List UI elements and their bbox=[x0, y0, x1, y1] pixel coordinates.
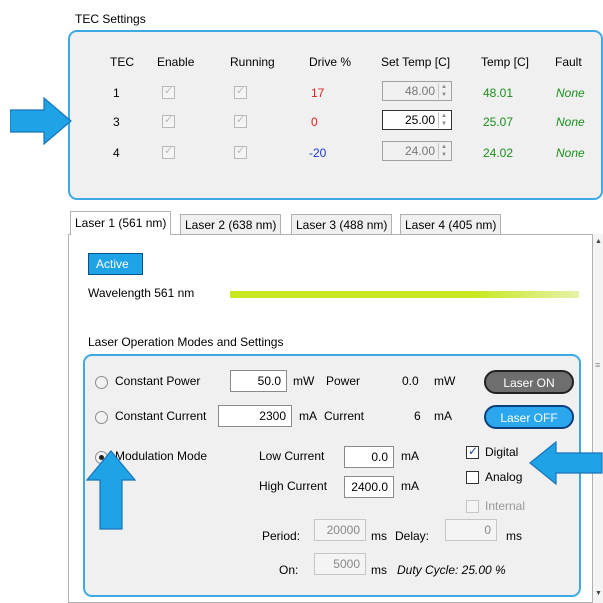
scroll-down-icon[interactable]: ▼ bbox=[595, 590, 602, 597]
tec-header-tec: TEC bbox=[110, 55, 134, 69]
laser-status-badge: Active bbox=[88, 253, 143, 275]
tec-settings-title: TEC Settings bbox=[75, 12, 146, 26]
current-readout-unit: mA bbox=[434, 409, 452, 423]
tec-row-4-running-checkbox[interactable] bbox=[234, 144, 247, 159]
low-current-input[interactable]: 0.0 bbox=[344, 446, 394, 468]
tec-row-3-running-checkbox[interactable] bbox=[234, 113, 247, 128]
tec-row-3-set-temp-value: 25.00 bbox=[404, 113, 435, 127]
power-readout-unit: mW bbox=[434, 374, 456, 388]
period-input[interactable]: 20000 bbox=[314, 519, 366, 541]
tec-row-3-fault: None bbox=[556, 115, 585, 129]
tec-header-enable: Enable bbox=[157, 55, 195, 69]
high-current-input[interactable]: 2400.0 bbox=[344, 476, 394, 498]
low-current-label: Low Current bbox=[259, 449, 325, 463]
digital-checkbox[interactable] bbox=[466, 444, 479, 459]
tab-laser-1[interactable]: Laser 1 (561 nm) bbox=[70, 211, 172, 235]
constant-power-radio[interactable] bbox=[95, 376, 108, 389]
on-time-label: On: bbox=[279, 563, 299, 577]
on-time-unit: ms bbox=[371, 563, 387, 577]
tec-header-running: Running bbox=[230, 55, 275, 69]
tec-row-4-enable-checkbox[interactable] bbox=[162, 144, 175, 159]
tec-header-fault: Fault bbox=[555, 55, 582, 69]
tec-row-4-set-temp-spinner[interactable]: 24.00 ▲ ▼ bbox=[382, 141, 452, 161]
constant-power-unit: mW bbox=[293, 374, 315, 388]
low-current-unit: mA bbox=[401, 449, 419, 463]
tec-header-set-temp: Set Temp [C] bbox=[381, 55, 451, 69]
arrow-left-icon bbox=[529, 441, 603, 485]
duty-cycle-readout: Duty Cycle: 25.00 % bbox=[397, 563, 506, 577]
tec-row-1-id: 1 bbox=[113, 86, 120, 100]
analog-checkbox[interactable] bbox=[466, 471, 479, 484]
digital-label: Digital bbox=[485, 445, 519, 459]
tab-laser-3[interactable]: Laser 3 (488 nm) bbox=[291, 214, 393, 234]
constant-current-unit: mA bbox=[299, 409, 317, 423]
tec-row-3-temp: 25.07 bbox=[483, 115, 514, 129]
constant-power-input[interactable]: 50.0 bbox=[230, 370, 287, 392]
delay-unit: ms bbox=[506, 529, 522, 543]
tec-row-3-enable-checkbox[interactable] bbox=[162, 113, 175, 128]
wavelength-label: Wavelength 561 nm bbox=[88, 286, 195, 300]
laser-on-button[interactable]: Laser ON bbox=[484, 370, 574, 394]
tec-row-4-temp: 24.02 bbox=[483, 146, 514, 160]
tec-row-3-drive: 0 bbox=[311, 115, 318, 129]
high-current-label: High Current bbox=[259, 479, 328, 493]
tec-row-1-drive: 17 bbox=[311, 86, 325, 100]
spinner-arrows-icon[interactable]: ▲ ▼ bbox=[438, 83, 450, 99]
tec-row-1-running-checkbox[interactable] bbox=[234, 84, 247, 99]
laser-off-button[interactable]: Laser OFF bbox=[484, 405, 574, 429]
tec-row-1-fault: None bbox=[556, 86, 585, 100]
wavelength-color-bar bbox=[230, 291, 579, 298]
scroll-up-icon[interactable]: ▲ bbox=[595, 238, 602, 245]
tab-laser-2[interactable]: Laser 2 (638 nm) bbox=[180, 214, 282, 234]
high-current-unit: mA bbox=[401, 479, 419, 493]
internal-label: Internal bbox=[485, 499, 526, 513]
delay-label: Delay: bbox=[395, 529, 430, 543]
tec-header-temp: Temp [C] bbox=[481, 55, 530, 69]
internal-checkbox[interactable] bbox=[466, 500, 479, 513]
tec-row-1-set-temp-spinner[interactable]: 48.00 ▲ ▼ bbox=[382, 81, 452, 101]
tec-row-1-temp: 48.01 bbox=[483, 86, 514, 100]
tec-header-drive: Drive % bbox=[309, 55, 352, 69]
arrow-right-icon bbox=[10, 97, 72, 145]
on-time-input[interactable]: 5000 bbox=[314, 553, 366, 575]
tec-row-4-set-temp-value: 24.00 bbox=[404, 144, 435, 158]
tec-row-4-drive: -20 bbox=[309, 146, 327, 160]
period-label: Period: bbox=[262, 529, 301, 543]
current-readout-value: 6 bbox=[414, 409, 421, 423]
tec-row-3-id: 3 bbox=[113, 115, 120, 129]
period-unit: ms bbox=[371, 529, 387, 543]
panel-scrollbar[interactable] bbox=[593, 234, 603, 603]
scroll-grip-icon[interactable]: ≡ bbox=[595, 360, 600, 370]
constant-current-radio[interactable] bbox=[95, 411, 108, 424]
constant-power-label: Constant Power bbox=[115, 374, 201, 388]
tec-row-4-fault: None bbox=[556, 146, 585, 160]
analog-label: Analog bbox=[485, 470, 523, 484]
power-readout-label: Power bbox=[326, 374, 361, 388]
constant-current-input[interactable]: 2300 bbox=[218, 405, 292, 427]
modes-group-title: Laser Operation Modes and Settings bbox=[88, 335, 284, 349]
current-readout-label: Current bbox=[324, 409, 365, 423]
tec-row-4-id: 4 bbox=[113, 146, 120, 160]
delay-input[interactable]: 0 bbox=[445, 519, 497, 541]
tab-laser-4[interactable]: Laser 4 (405 nm) bbox=[400, 214, 502, 234]
arrow-up-icon bbox=[86, 450, 136, 530]
tec-row-1-enable-checkbox[interactable] bbox=[162, 84, 175, 99]
constant-current-label: Constant Current bbox=[115, 409, 207, 423]
power-readout-value: 0.0 bbox=[402, 374, 419, 388]
tec-row-3-set-temp-spinner[interactable]: 25.00 ▲ ▼ bbox=[382, 110, 452, 130]
tec-row-1-set-temp-value: 48.00 bbox=[404, 84, 435, 98]
spinner-arrows-icon[interactable]: ▲ ▼ bbox=[438, 112, 450, 128]
spinner-arrows-icon[interactable]: ▲ ▼ bbox=[438, 143, 450, 159]
